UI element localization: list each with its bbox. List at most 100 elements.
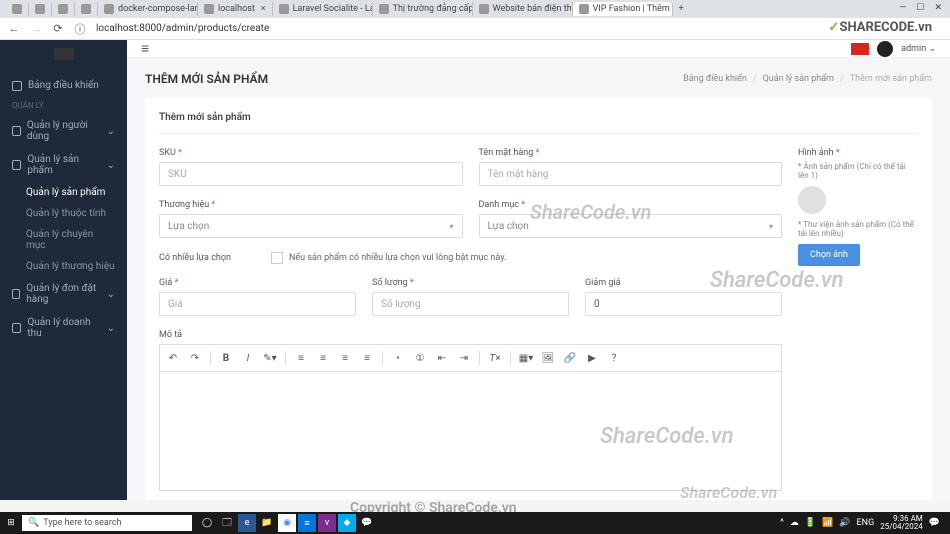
tray-lang[interactable]: ENG — [857, 518, 875, 528]
sidebar-sub-products[interactable]: Quản lý sản phẩm — [0, 182, 127, 203]
start-button[interactable]: ⊞ — [4, 516, 18, 530]
color-icon[interactable]: ✎▾ — [263, 351, 277, 365]
help-icon[interactable]: ? — [607, 351, 621, 365]
brand-label: Thương hiệu * — [159, 200, 463, 210]
hamburger-icon[interactable]: ≡ — [141, 40, 149, 57]
close-button[interactable]: ✕ — [934, 3, 942, 13]
align-justify-icon[interactable]: ≡ — [360, 351, 374, 365]
tab[interactable]: Laravel Socialite - Laravel 11× — [273, 2, 373, 16]
sidebar-item-orders[interactable]: Quản lý đơn đặt hàng⌄ — [0, 277, 127, 311]
indent-icon[interactable]: ⇥ — [457, 351, 471, 365]
close-icon[interactable]: × — [261, 4, 266, 14]
align-right-icon[interactable]: ≡ — [338, 351, 352, 365]
outdent-icon[interactable]: ⇤ — [435, 351, 449, 365]
tray-icon[interactable]: 📶 — [822, 518, 833, 528]
italic-icon[interactable]: I — [241, 351, 255, 365]
sidebar-sub-categories[interactable]: Quản lý chuyên mục — [0, 224, 127, 256]
sidebar-sub-brands[interactable]: Quản lý thương hiệu — [0, 256, 127, 277]
align-center-icon[interactable]: ≡ — [316, 351, 330, 365]
address-bar: ← → ⟳ ⓘ localhost:8000/admin/products/cr… — [0, 18, 950, 40]
image-placeholder-icon[interactable] — [798, 186, 826, 214]
tray-icon[interactable]: 🔊 — [839, 518, 850, 528]
taskbar-app-icon[interactable]: ≡ — [298, 514, 316, 532]
name-input[interactable] — [479, 162, 783, 186]
sidebar-item-revenue[interactable]: Quản lý doanh thu⌄ — [0, 311, 127, 345]
image-hint2: * Thư viện ảnh sản phẩm (Có thể tải lên … — [798, 220, 918, 238]
tab[interactable] — [6, 2, 29, 16]
editor-body[interactable] — [159, 371, 782, 491]
sidebar-sub-attributes[interactable]: Quản lý thuộc tính — [0, 203, 127, 224]
flag-vn-icon[interactable] — [851, 43, 869, 55]
tab[interactable]: Thị trường đẳng cấp được cả× — [373, 2, 473, 16]
tab[interactable] — [52, 2, 75, 16]
align-left-icon[interactable]: ≡ — [294, 351, 308, 365]
orders-icon — [12, 289, 20, 299]
sku-input[interactable] — [159, 162, 463, 186]
maximize-button[interactable]: ☐ — [916, 3, 924, 13]
taskbar-app-icon[interactable]: 💬 — [358, 514, 376, 532]
tab[interactable]: docker-compose-laravel-alpin× — [98, 2, 198, 16]
price-label: Giá * — [159, 278, 356, 288]
category-label: Danh mục * — [479, 200, 783, 210]
taskbar-app-icon[interactable]: ◆ — [338, 514, 356, 532]
forward-icon[interactable]: → — [30, 23, 42, 35]
user-menu[interactable]: admin ⌄ — [901, 44, 936, 54]
bold-icon[interactable]: B — [219, 351, 233, 365]
users-icon — [12, 126, 21, 136]
taskbar-app-icon[interactable]: v — [318, 514, 336, 532]
qty-input[interactable] — [372, 292, 569, 316]
taskbar-app-icon[interactable]: 🗔 — [218, 514, 236, 532]
tab[interactable]: localhost× — [198, 2, 273, 16]
taskbar-app-icon[interactable]: ◉ — [278, 514, 296, 532]
chevron-down-icon: ⌄ — [107, 323, 115, 334]
url-field[interactable]: localhost:8000/admin/products/create — [96, 23, 942, 34]
discount-label: Giảm giá — [585, 278, 782, 288]
back-icon[interactable]: ← — [8, 23, 20, 35]
brand-select[interactable]: Lựa chọn▾ — [159, 214, 463, 238]
taskbar-clock[interactable]: 9:36 AM 25/04/2024 — [880, 515, 923, 531]
taskbar-search[interactable]: 🔍 Type here to search — [22, 515, 192, 531]
chevron-down-icon: ▾ — [449, 222, 453, 231]
new-tab-button[interactable]: + — [673, 4, 690, 14]
multi-checkbox-label[interactable]: Nếu sản phẩm có nhiều lựa chọn vui lòng … — [271, 252, 506, 264]
checkbox[interactable] — [271, 252, 283, 264]
tray-icon[interactable]: ☁ — [790, 518, 799, 528]
breadcrumb-link[interactable]: Quản lý sản phẩm — [763, 74, 834, 84]
price-input[interactable] — [159, 292, 356, 316]
tray-icon[interactable]: 🔋 — [805, 518, 816, 528]
redo-icon[interactable]: ↷ — [188, 351, 202, 365]
breadcrumb-link[interactable]: Bảng điều khiển — [683, 74, 747, 84]
link-icon[interactable]: 🔗 — [563, 351, 577, 365]
sidebar-item-users[interactable]: Quản lý người dùng⌄ — [0, 114, 127, 148]
sidebar: Bảng điều khiển QUẢN LÝ Quản lý người dù… — [0, 40, 127, 500]
video-icon[interactable]: ▶ — [585, 351, 599, 365]
notifications-icon[interactable]: 💬 — [929, 518, 940, 528]
choose-image-button[interactable]: Chọn ảnh — [798, 244, 860, 266]
sidebar-item-dashboard[interactable]: Bảng điều khiển — [0, 74, 127, 97]
taskbar-app-icon[interactable]: e — [238, 514, 256, 532]
taskbar-app-icon[interactable]: ◯ — [198, 514, 216, 532]
info-icon[interactable]: ⓘ — [74, 23, 86, 35]
products-icon — [12, 160, 21, 170]
minimize-button[interactable]: — — [899, 3, 906, 13]
avatar[interactable] — [877, 41, 893, 57]
sidebar-item-products[interactable]: Quản lý sản phẩm⌄ — [0, 148, 127, 182]
logo[interactable] — [54, 48, 74, 60]
reload-icon[interactable]: ⟳ — [52, 23, 64, 35]
revenue-icon — [12, 323, 21, 333]
clear-format-icon[interactable]: T× — [488, 351, 502, 365]
browser-tabs: docker-compose-laravel-alpin× localhost×… — [0, 0, 950, 18]
tray-icon[interactable]: ^ — [780, 518, 784, 528]
tab[interactable]: Website bán điện thoại,laptop× — [473, 2, 573, 16]
list-bullet-icon[interactable]: • — [391, 351, 405, 365]
category-select[interactable]: Lựa chọn▾ — [479, 214, 783, 238]
tab[interactable] — [29, 2, 52, 16]
list-number-icon[interactable]: ① — [413, 351, 427, 365]
image-icon[interactable]: 🖼 — [541, 351, 555, 365]
tab-active[interactable]: VIP Fashion | Thêm mới sản ph× — [573, 2, 673, 16]
undo-icon[interactable]: ↶ — [166, 351, 180, 365]
tab[interactable] — [75, 2, 98, 16]
taskbar-app-icon[interactable]: 📁 — [258, 514, 276, 532]
table-icon[interactable]: ▦▾ — [519, 351, 533, 365]
discount-input[interactable] — [585, 292, 782, 316]
